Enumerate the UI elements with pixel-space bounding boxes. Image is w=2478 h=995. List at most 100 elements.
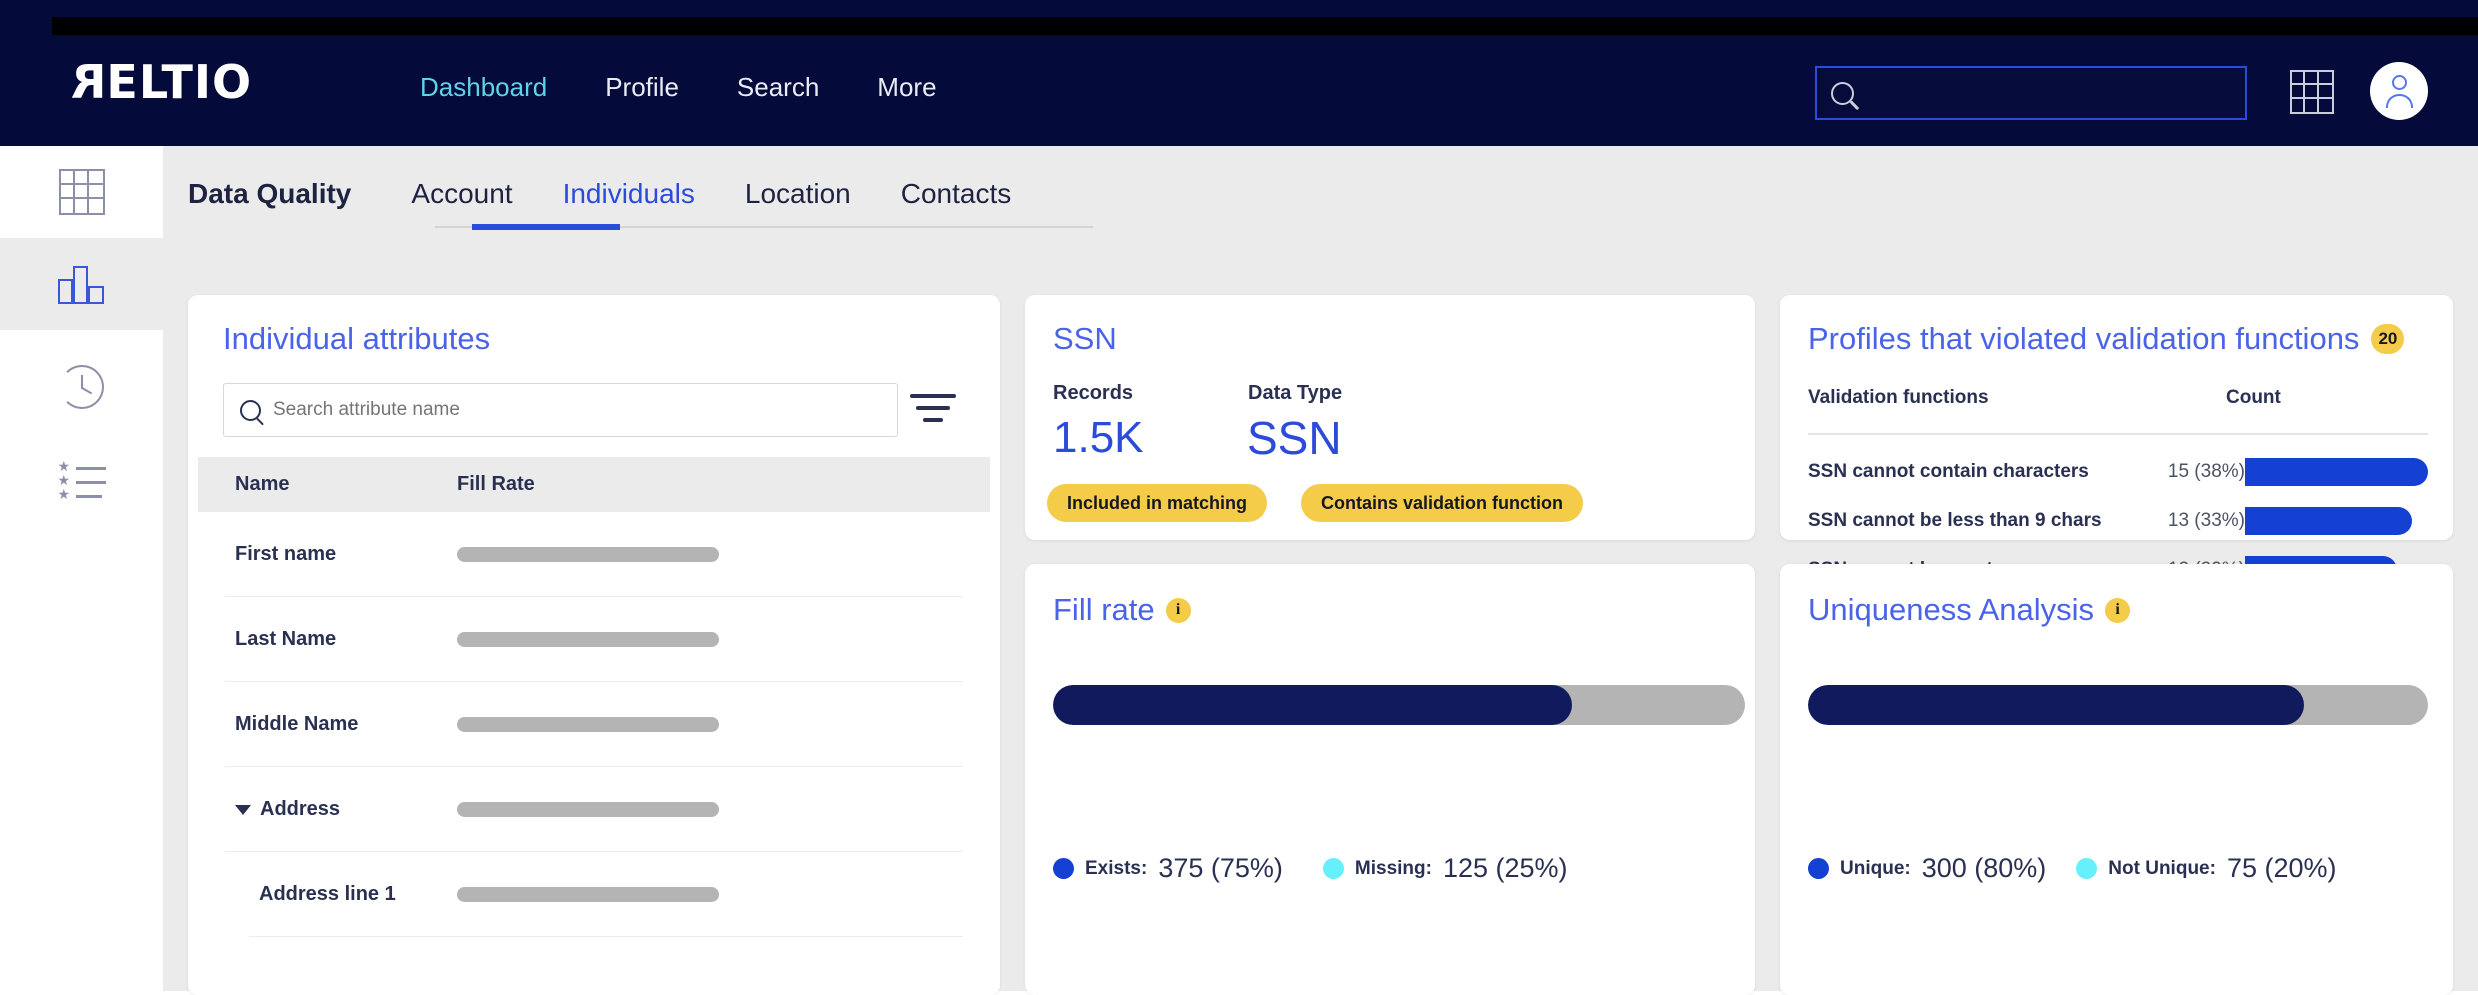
validation-function-name: SSN cannot contain characters [1808, 461, 2163, 483]
info-icon[interactable]: i [1166, 598, 1191, 623]
uniqueness-analysis-card: Uniqueness Analysis i Unique: 300 (80%) … [1780, 564, 2453, 995]
legend-dot-missing [1323, 858, 1344, 879]
validation-card-header: Profiles that violated validation functi… [1808, 321, 2404, 357]
grid-apps-icon[interactable] [2290, 70, 2334, 114]
legend-item-unique: Unique: 300 (80%) [1808, 853, 2046, 884]
ssn-datatype-label: Data Type [1248, 382, 1342, 405]
sidebar-item-analytics[interactable] [0, 238, 163, 330]
validation-functions-card: Profiles that violated validation functi… [1780, 295, 2453, 540]
reltio-logo[interactable]: RELTIO [70, 55, 252, 109]
legend-value-not-unique: 75 (20%) [2227, 853, 2337, 884]
badge-contains-validation-function: Contains validation function [1301, 484, 1583, 522]
validation-card-title: Profiles that violated validation functi… [1808, 321, 2359, 357]
table-row[interactable]: First name [198, 512, 990, 597]
tab-active-indicator [472, 224, 620, 230]
fill-rate-progress-track [1053, 685, 1745, 725]
fill-rate-card: Fill rate i Exists: 375 (75%) Missing: 1… [1025, 564, 1755, 995]
main-nav: Dashboard Profile Search More [420, 72, 937, 103]
global-search-box[interactable] [1815, 66, 2247, 120]
fill-rate-bar [457, 887, 719, 902]
sidebar-item-history[interactable] [0, 341, 163, 433]
grid-icon [59, 169, 105, 215]
legend-item-not-unique: Not Unique: 75 (20%) [2076, 853, 2336, 884]
nav-item-search[interactable]: Search [737, 72, 819, 103]
chevron-down-icon[interactable] [235, 805, 251, 815]
table-row[interactable]: Last Name [198, 597, 990, 682]
avatar-head-shape [2392, 75, 2407, 90]
user-avatar-icon[interactable] [2370, 62, 2428, 120]
fill-rate-progress-fill [1053, 685, 1572, 725]
tab-location[interactable]: Location [745, 178, 851, 222]
table-row[interactable]: SSN cannot contain characters 15 (38%) [1808, 447, 2428, 496]
badge-included-in-matching: Included in matching [1047, 484, 1267, 522]
legend-item-missing: Missing: 125 (25%) [1323, 853, 1568, 884]
fill-rate-bar [457, 632, 719, 647]
legend-label-not-unique: Not Unique: [2108, 858, 2216, 880]
tab-contacts[interactable]: Contacts [901, 178, 1012, 222]
nav-item-dashboard[interactable]: Dashboard [420, 72, 547, 103]
validation-bar-track [2245, 507, 2428, 535]
attribute-name: Address line 1 [259, 883, 457, 906]
validation-bar-track [2245, 458, 2428, 486]
search-icon [240, 400, 261, 421]
attributes-table-body: First name Last Name Middle Name Address [198, 512, 990, 937]
validation-count: 15 (38%) [2163, 461, 2245, 483]
info-icon[interactable]: i [2105, 598, 2130, 623]
fill-rate-bar [457, 717, 719, 732]
column-header-fill-rate: Fill Rate [457, 473, 535, 496]
main-content: Data Quality Account Individuals Locatio… [163, 146, 2478, 991]
legend-item-exists: Exists: 375 (75%) [1053, 853, 1283, 884]
page-title: Data Quality [188, 178, 351, 222]
nav-item-profile[interactable]: Profile [605, 72, 679, 103]
validation-count: 13 (33%) [2163, 510, 2245, 532]
attribute-search-box[interactable] [223, 383, 898, 437]
attribute-search-input[interactable] [273, 399, 881, 421]
legend-label-missing: Missing: [1355, 858, 1432, 880]
tab-account[interactable]: Account [411, 178, 512, 222]
starred-list-icon: ★ ★ ★ [58, 463, 106, 501]
fill-rate-legend: Exists: 375 (75%) Missing: 125 (25%) [1053, 853, 1568, 884]
validation-function-name: SSN cannot be less than 9 chars [1808, 510, 2163, 532]
sidebar-item-favorites[interactable]: ★ ★ ★ [0, 436, 163, 528]
column-header-validation-functions: Validation functions [1808, 387, 1989, 409]
sidebar-item-grid[interactable] [0, 146, 163, 238]
legend-dot-exists [1053, 858, 1074, 879]
fill-rate-card-title: Fill rate [1053, 592, 1155, 628]
ssn-datatype-value: SSN [1247, 411, 1342, 465]
search-icon [1831, 82, 1854, 105]
legend-value-missing: 125 (25%) [1443, 853, 1568, 884]
filter-icon[interactable] [910, 390, 960, 430]
individual-attributes-card: Individual attributes Name Fill Rate Fir… [188, 295, 1000, 995]
attribute-name: Middle Name [235, 713, 457, 736]
attribute-name: Address [260, 798, 340, 821]
attribute-name: Last Name [235, 628, 457, 651]
ssn-card-title: SSN [1053, 321, 1117, 357]
uniqueness-legend: Unique: 300 (80%) Not Unique: 75 (20%) [1808, 853, 2337, 884]
avatar-body-shape [2386, 94, 2413, 108]
nav-item-more[interactable]: More [877, 72, 936, 103]
uniqueness-card-title: Uniqueness Analysis [1808, 592, 2094, 628]
ssn-summary-card: SSN Records Data Type 1.5K SSN Included … [1025, 295, 1755, 540]
uniqueness-progress-track [1808, 685, 2428, 725]
tab-individuals[interactable]: Individuals [563, 178, 695, 222]
global-search-input[interactable] [1866, 82, 2231, 105]
fill-rate-card-header: Fill rate i [1053, 592, 1191, 628]
table-row[interactable]: SSN cannot be less than 9 chars 13 (33%) [1808, 496, 2428, 545]
table-row[interactable]: Middle Name [198, 682, 990, 767]
fill-rate-bar [457, 802, 719, 817]
bar-chart-icon [58, 264, 106, 304]
legend-label-exists: Exists: [1085, 858, 1147, 880]
row-separator [249, 936, 963, 937]
table-row[interactable]: Address line 1 [198, 852, 990, 937]
uniqueness-card-header: Uniqueness Analysis i [1808, 592, 2130, 628]
table-row-expandable[interactable]: Address [198, 767, 990, 852]
legend-value-unique: 300 (80%) [1922, 853, 2047, 884]
top-black-strip [52, 17, 2478, 35]
uniqueness-progress-fill [1808, 685, 2304, 725]
attribute-name: First name [235, 543, 457, 566]
column-header-name: Name [235, 473, 457, 496]
status-badge: 20 [2371, 324, 2404, 354]
clock-history-icon [60, 365, 104, 409]
validation-table-header: Validation functions Count [1808, 387, 2428, 427]
legend-value-exists: 375 (75%) [1158, 853, 1283, 884]
